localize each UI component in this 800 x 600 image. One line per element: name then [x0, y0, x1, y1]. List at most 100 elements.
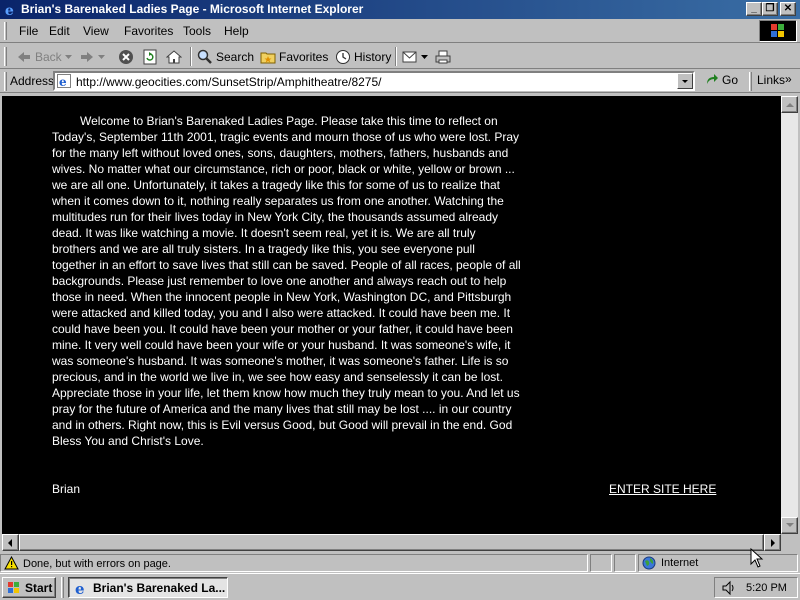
menu-grip[interactable]	[4, 22, 7, 40]
history-label: History	[354, 50, 392, 64]
start-label: Start	[25, 580, 53, 595]
back-button[interactable]: Back	[16, 49, 72, 65]
status-text: Done, but with errors on page.	[23, 558, 171, 570]
stop-icon	[119, 50, 133, 64]
windows-throbber	[759, 20, 797, 42]
taskbar-ie-window-button[interactable]: e Brian's Barenaked La...	[68, 577, 228, 598]
horizontal-scroll-thumb[interactable]	[19, 534, 764, 551]
ie-task-icon: e	[75, 580, 85, 596]
search-label: Search	[216, 50, 255, 64]
taskbar: Start e Brian's Barenaked La... 5:20 PM	[0, 573, 800, 600]
go-button[interactable]: Go	[705, 73, 738, 87]
menu-bar: File Edit View Favorites Tools Help	[0, 19, 800, 43]
horizontal-scrollbar[interactable]	[2, 534, 781, 551]
status-pane-zone: Internet	[638, 554, 798, 572]
signature: Brian	[52, 482, 81, 496]
minimize-button[interactable]: _	[746, 2, 762, 16]
menu-edit[interactable]: Edit	[49, 24, 70, 38]
page-content: Welcome to Brian's Barenaked Ladies Page…	[2, 96, 781, 534]
back-label: Back	[35, 50, 62, 64]
vertical-scrollbar[interactable]	[781, 96, 798, 534]
svg-text:e: e	[5, 3, 14, 17]
address-dropdown-button[interactable]	[677, 73, 693, 89]
mouse-cursor-icon	[750, 548, 764, 568]
refresh-button[interactable]	[142, 49, 158, 65]
svg-text:e: e	[59, 75, 67, 88]
internet-globe-icon	[642, 556, 656, 570]
back-arrow-icon	[18, 52, 30, 62]
forward-button[interactable]	[79, 49, 105, 65]
tribute-paragraph: Welcome to Brian's Barenaked Ladies Page…	[52, 114, 521, 448]
volume-speaker-icon[interactable]	[721, 580, 737, 596]
windows-flag-icon	[771, 24, 784, 37]
stop-button[interactable]	[118, 49, 134, 65]
forward-dropdown-icon[interactable]	[98, 54, 105, 60]
down-arrow-icon	[786, 523, 794, 527]
links-chevron-icon[interactable]: »	[785, 72, 792, 86]
search-globe-icon	[197, 49, 212, 64]
go-arrow-icon	[707, 74, 718, 84]
mail-button[interactable]	[402, 49, 428, 65]
address-url[interactable]: http://www.geocities.com/SunsetStrip/Amp…	[76, 75, 382, 89]
scroll-right-button[interactable]	[764, 534, 781, 551]
status-pane-lock	[614, 554, 636, 572]
mail-icon	[402, 51, 417, 63]
links-grip[interactable]	[749, 72, 752, 91]
menu-file[interactable]: File	[19, 24, 38, 38]
window-title: Brian's Barenaked Ladies Page - Microsof…	[21, 2, 364, 16]
scroll-down-button[interactable]	[781, 517, 798, 534]
start-button[interactable]: Start	[2, 577, 56, 598]
favorites-folder-icon	[260, 52, 276, 64]
status-pane-main[interactable]: Done, but with errors on page.	[0, 554, 588, 572]
address-bar: Address e http://www.geocities.com/Sunse…	[0, 69, 800, 93]
warning-icon[interactable]	[4, 556, 19, 570]
toolbar-grip[interactable]	[4, 47, 7, 66]
home-button[interactable]	[166, 49, 182, 65]
menu-favorites[interactable]: Favorites	[124, 24, 173, 38]
links-button[interactable]: Links	[757, 73, 785, 87]
maximize-button[interactable]: ❐	[762, 2, 778, 16]
svg-text:e: e	[75, 580, 85, 596]
favorites-button[interactable]: Favorites	[260, 49, 328, 65]
status-bar: Done, but with errors on page. Internet	[0, 548, 800, 573]
printer-icon	[435, 50, 451, 64]
ie-logo-icon: e	[5, 3, 14, 17]
history-button[interactable]: History	[335, 49, 391, 65]
taskbar-ie-window-label: Brian's Barenaked La...	[93, 580, 226, 595]
standard-toolbar: Back Search Favorites History	[0, 44, 800, 69]
clock[interactable]: 5:20 PM	[746, 582, 787, 594]
close-button[interactable]: ✕	[780, 2, 796, 16]
address-grip[interactable]	[4, 72, 7, 91]
menu-view[interactable]: View	[83, 24, 109, 38]
back-dropdown-icon[interactable]	[64, 54, 72, 60]
right-arrow-icon	[771, 539, 775, 547]
favorites-label: Favorites	[279, 50, 329, 64]
taskbar-grip	[61, 577, 64, 598]
search-button[interactable]: Search	[197, 49, 254, 65]
history-clock-icon	[336, 50, 350, 64]
scroll-up-button[interactable]	[781, 96, 798, 113]
go-label: Go	[722, 73, 739, 87]
up-arrow-icon	[786, 103, 794, 107]
status-pane-progress	[590, 554, 612, 572]
tribute-message: Welcome to Brian's Barenaked Ladies Page…	[52, 113, 522, 449]
scrollbar-corner	[781, 534, 798, 551]
system-tray: 5:20 PM	[714, 577, 798, 598]
refresh-icon	[143, 49, 157, 65]
forward-arrow-icon	[81, 52, 93, 62]
toolbar-separator	[190, 47, 192, 66]
left-arrow-icon	[8, 539, 12, 547]
scroll-left-button[interactable]	[2, 534, 19, 551]
toolbar-separator	[395, 47, 397, 66]
windows-logo-icon	[8, 581, 19, 593]
print-button[interactable]	[435, 49, 451, 65]
address-input[interactable]: e http://www.geocities.com/SunsetStrip/A…	[53, 71, 695, 91]
address-label: Address	[10, 74, 55, 88]
enter-site-link[interactable]: ENTER SITE HERE	[609, 482, 716, 496]
menu-help[interactable]: Help	[224, 24, 249, 38]
menu-tools[interactable]: Tools	[183, 24, 211, 38]
home-icon	[166, 50, 182, 64]
page-ie-icon: e	[57, 74, 71, 88]
mail-dropdown-icon[interactable]	[421, 54, 428, 60]
title-bar[interactable]: e Brian's Barenaked Ladies Page - Micros…	[0, 0, 800, 19]
